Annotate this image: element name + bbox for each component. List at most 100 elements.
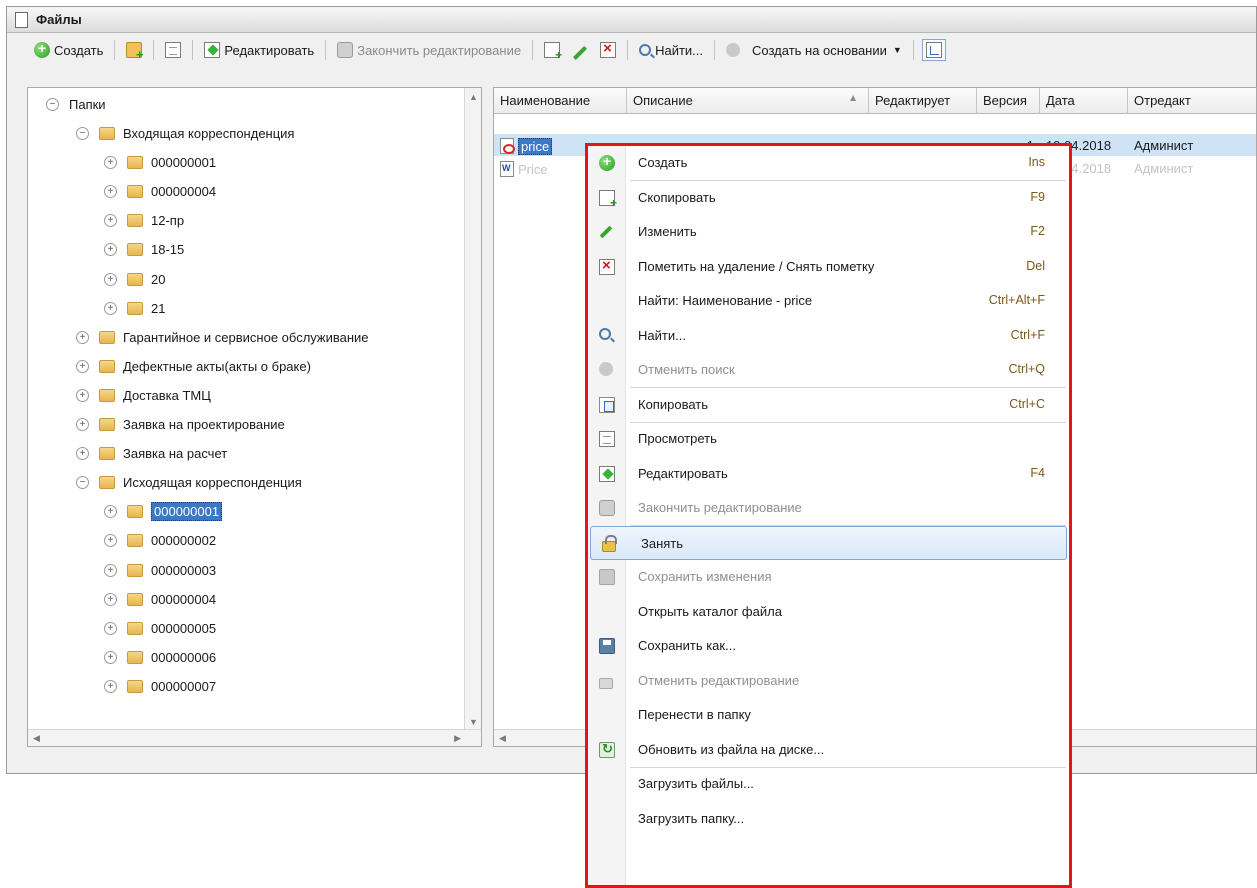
expand-icon[interactable]: + (104, 680, 117, 693)
tree-item[interactable]: + Дефектные акты(акты о браке) (76, 352, 311, 381)
expand-icon[interactable]: + (104, 564, 117, 577)
tree-item[interactable]: +20 (104, 265, 165, 294)
expand-icon[interactable]: + (104, 214, 117, 227)
expand-icon[interactable]: + (104, 622, 117, 635)
menu-item-create[interactable]: Создать Ins (588, 146, 1069, 180)
menu-item-change[interactable]: Изменить F2 (588, 215, 1069, 249)
tree-item[interactable]: +000000004 (104, 585, 216, 614)
tree-item[interactable]: +12-пр (104, 206, 184, 235)
tree-item-label: 12-пр (151, 213, 185, 228)
expand-icon[interactable]: + (76, 418, 89, 431)
copy-button[interactable] (541, 39, 563, 62)
collapse-icon[interactable]: − (46, 98, 59, 111)
folder-tree[interactable]: − Папки − Входящая корреспонденция +000000… (27, 87, 482, 747)
menu-item-find[interactable]: Найти... Ctrl+F (588, 319, 1069, 353)
tree-item[interactable]: − Входящая корреспонденция (76, 119, 294, 148)
tree-item[interactable]: +18-15 (104, 235, 184, 264)
menu-item-cancel-edit[interactable]: Отменить редактирование (588, 664, 1069, 698)
menu-item-cancel-find[interactable]: Отменить поиск Ctrl+Q (588, 353, 1069, 387)
column-header-version[interactable]: Версия (977, 88, 1040, 114)
expand-icon[interactable]: + (76, 389, 89, 402)
tree-vertical-scrollbar[interactable]: ▲ ▼ (464, 88, 481, 731)
view-button[interactable] (162, 39, 184, 61)
column-header-name[interactable]: Наименование (494, 88, 627, 114)
tree-item[interactable]: +000000007 (104, 672, 216, 701)
tree-toggle-button[interactable] (921, 39, 946, 61)
menu-item-update-from-disk[interactable]: Обновить из файла на диске... (588, 733, 1069, 767)
scroll-left-icon[interactable]: ◀ (499, 733, 506, 744)
tree-item[interactable]: +000000002 (104, 526, 216, 555)
expand-icon[interactable]: + (76, 331, 89, 344)
tree-item-label: 000000001 (151, 502, 223, 521)
expand-icon[interactable]: + (104, 273, 117, 286)
menu-item-upload-folder[interactable]: Загрузить папку... (588, 802, 1069, 836)
tree-item-label: Дефектные акты(акты о браке) (123, 359, 311, 374)
expand-icon[interactable]: + (104, 593, 117, 606)
column-header-description[interactable]: Описание ▲ (627, 88, 869, 114)
expand-icon[interactable]: + (76, 360, 89, 373)
menu-item-open-folder[interactable]: Открыть каталог файла (588, 595, 1069, 629)
tree-root[interactable]: − Папки (46, 90, 106, 119)
tree-item[interactable]: + Доставка ТМЦ (76, 381, 211, 410)
menu-item-label: Занять (641, 536, 684, 551)
tree-item[interactable]: +000000001 (104, 148, 216, 177)
create-button[interactable]: Создать (31, 39, 106, 61)
edit-button[interactable]: Редактировать (201, 39, 317, 61)
tree-item[interactable]: +21 (104, 294, 165, 323)
menu-item-upload-files[interactable]: Загрузить файлы... (588, 767, 1069, 801)
create-based-on-button[interactable]: Создать на основании ▼ (749, 40, 905, 61)
delete-button[interactable] (597, 39, 619, 61)
tree-item[interactable]: + Гарантийное и сервисное обслуживание (76, 323, 369, 352)
menu-item-copy-item[interactable]: Скопировать F9 (588, 181, 1069, 215)
tree-item[interactable]: +000000001 (104, 497, 223, 526)
find-button[interactable]: Найти... (636, 40, 706, 61)
collapse-icon[interactable]: − (76, 476, 89, 489)
tree-item-label: Входящая корреспонденция (123, 126, 295, 141)
expand-icon[interactable]: + (104, 534, 117, 547)
menu-item-mark-delete[interactable]: Пометить на удаление / Снять пометку Del (588, 250, 1069, 284)
expand-icon[interactable]: + (104, 156, 117, 169)
menu-item-find-by-name[interactable]: Найти: Наименование - price Ctrl+Alt+F (588, 284, 1069, 318)
scroll-up-icon[interactable]: ▲ (469, 92, 478, 102)
create-folder-button[interactable] (123, 39, 145, 62)
cancel-find-button[interactable] (723, 40, 743, 60)
tree-item-label: 21 (151, 301, 166, 316)
column-header-date[interactable]: Дата (1040, 88, 1128, 114)
expand-icon[interactable]: + (104, 651, 117, 664)
column-header-editor[interactable]: Редактирует (869, 88, 977, 114)
expand-icon[interactable]: + (104, 505, 117, 518)
tree-item-label: Заявка на проектирование (123, 417, 285, 432)
tree-item[interactable]: +000000005 (104, 614, 216, 643)
tree-horizontal-scrollbar[interactable]: ◀ ▶ (28, 729, 481, 746)
scroll-left-icon[interactable]: ◀ (33, 733, 40, 744)
expand-icon[interactable]: + (76, 447, 89, 460)
menu-item-shortcut: Ins (1028, 155, 1045, 169)
tree-item[interactable]: − Исходящая корреспонденция (76, 468, 302, 497)
change-button[interactable] (569, 42, 591, 61)
menu-item-save-changes[interactable]: Сохранить изменения (588, 560, 1069, 594)
menu-item-save-as[interactable]: Сохранить как... (588, 629, 1069, 663)
tree-item[interactable]: +000000004 (104, 177, 216, 206)
expand-icon[interactable]: + (104, 185, 117, 198)
scroll-right-icon[interactable]: ▶ (454, 733, 461, 744)
menu-item-copy[interactable]: Копировать Ctrl+C (588, 388, 1069, 422)
tree-item[interactable]: + Заявка на проектирование (76, 410, 285, 439)
menu-item-shortcut: F9 (1030, 190, 1045, 204)
menu-item-move-to-folder[interactable]: Перенести в папку (588, 698, 1069, 732)
scroll-down-icon[interactable]: ▼ (469, 717, 478, 727)
expand-icon[interactable]: + (104, 302, 117, 315)
menu-item-view[interactable]: Просмотреть (588, 422, 1069, 456)
column-header-edited-by[interactable]: Отредакт (1128, 88, 1256, 114)
menu-item-lock[interactable]: Занять (590, 526, 1067, 560)
tree-item-label: Доставка ТМЦ (123, 388, 211, 403)
collapse-icon[interactable]: − (76, 127, 89, 140)
expand-icon[interactable]: + (104, 243, 117, 256)
tree-item[interactable]: +000000003 (104, 556, 216, 585)
menu-item-finish-edit[interactable]: Закончить редактирование (588, 491, 1069, 525)
finish-edit-button[interactable]: Закончить редактирование (334, 39, 524, 61)
tree-item[interactable]: +000000006 (104, 643, 216, 672)
tree-item[interactable]: + Заявка на расчет (76, 439, 227, 468)
view-icon (599, 431, 615, 447)
create-icon (599, 153, 615, 171)
menu-item-edit[interactable]: Редактировать F4 (588, 457, 1069, 491)
